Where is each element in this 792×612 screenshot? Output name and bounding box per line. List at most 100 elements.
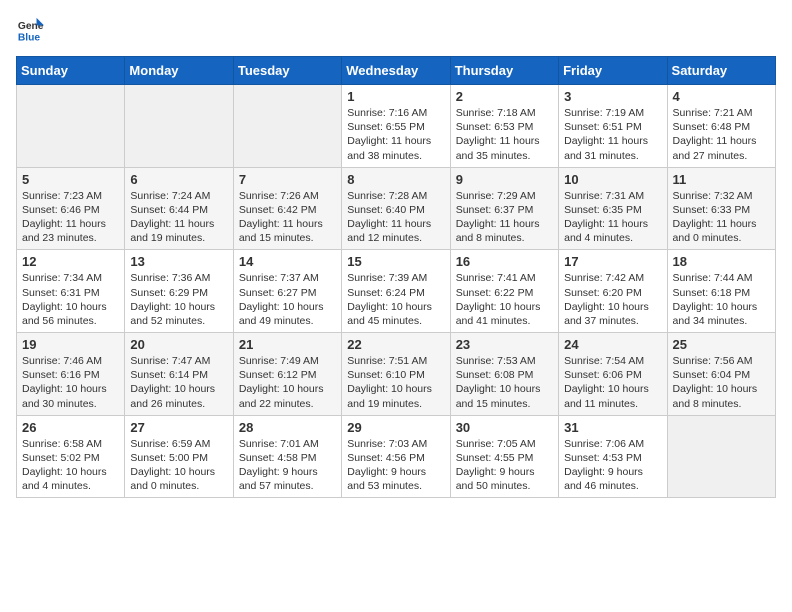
calendar-cell: 28 Sunrise: 7:01 AM Sunset: 4:58 PM Dayli… [233, 415, 341, 498]
day-info: Sunrise: 7:41 AM Sunset: 6:22 PM Dayligh… [456, 272, 541, 327]
calendar-week-row: 5 Sunrise: 7:23 AM Sunset: 6:46 PM Daylig… [17, 167, 776, 250]
calendar-cell: 26Sunrise: 6:58 AM Sunset: 5:02 PM Dayli… [17, 415, 125, 498]
calendar-week-row: 19Sunrise: 7:46 AM Sunset: 6:16 PM Dayli… [17, 333, 776, 416]
day-number: 29 [347, 420, 444, 435]
calendar-cell: 5 Sunrise: 7:23 AM Sunset: 6:46 PM Daylig… [17, 167, 125, 250]
day-info: Sunrise: 7:31 AM Sunset: 6:35 PM Dayligh… [564, 190, 648, 245]
calendar-cell: 2 Sunrise: 7:18 AM Sunset: 6:53 PM Daylig… [450, 85, 558, 168]
calendar-week-row: 1 Sunrise: 7:16 AM Sunset: 6:55 PM Daylig… [17, 85, 776, 168]
calendar-cell: 17Sunrise: 7:42 AM Sunset: 6:20 PM Dayli… [559, 250, 667, 333]
day-info: Sunrise: 7:36 AM Sunset: 6:29 PM Dayligh… [130, 272, 215, 327]
calendar-table: SundayMondayTuesdayWednesdayThursdayFrid… [16, 56, 776, 498]
calendar-cell [667, 415, 775, 498]
calendar-cell: 29 Sunrise: 7:03 AM Sunset: 4:56 PM Dayli… [342, 415, 450, 498]
day-info: Sunrise: 6:59 AM Sunset: 5:00 PM Dayligh… [130, 438, 215, 493]
day-info: Sunrise: 7:46 AM Sunset: 6:16 PM Dayligh… [22, 355, 107, 410]
calendar-cell: 1 Sunrise: 7:16 AM Sunset: 6:55 PM Daylig… [342, 85, 450, 168]
day-number: 8 [347, 172, 444, 187]
day-info: Sunrise: 7:26 AM Sunset: 6:42 PM Dayligh… [239, 190, 323, 245]
calendar-cell: 11 Sunrise: 7:32 AM Sunset: 6:33 PM Dayli… [667, 167, 775, 250]
calendar-cell: 14Sunrise: 7:37 AM Sunset: 6:27 PM Dayli… [233, 250, 341, 333]
calendar-cell: 24 Sunrise: 7:54 AM Sunset: 6:06 PM Dayli… [559, 333, 667, 416]
day-number: 23 [456, 337, 553, 352]
calendar-cell: 20 Sunrise: 7:47 AM Sunset: 6:14 PM Dayli… [125, 333, 233, 416]
day-info: Sunrise: 7:32 AM Sunset: 6:33 PM Dayligh… [673, 190, 757, 245]
day-number: 30 [456, 420, 553, 435]
logo: General Blue [16, 16, 44, 44]
day-info: Sunrise: 7:54 AM Sunset: 6:06 PM Dayligh… [564, 355, 649, 410]
day-info: Sunrise: 7:39 AM Sunset: 6:24 PM Dayligh… [347, 272, 432, 327]
page-header: General Blue [16, 16, 776, 44]
day-info: Sunrise: 7:56 AM Sunset: 6:04 PM Dayligh… [673, 355, 758, 410]
calendar-cell: 21 Sunrise: 7:49 AM Sunset: 6:12 PM Dayli… [233, 333, 341, 416]
day-number: 20 [130, 337, 227, 352]
day-info: Sunrise: 7:03 AM Sunset: 4:56 PM Dayligh… [347, 438, 427, 493]
day-info: Sunrise: 7:49 AM Sunset: 6:12 PM Dayligh… [239, 355, 324, 410]
day-number: 14 [239, 254, 336, 269]
calendar-cell [17, 85, 125, 168]
calendar-cell: 18Sunrise: 7:44 AM Sunset: 6:18 PM Dayli… [667, 250, 775, 333]
weekday-header-saturday: Saturday [667, 57, 775, 85]
day-number: 12 [22, 254, 119, 269]
calendar-cell: 8 Sunrise: 7:28 AM Sunset: 6:40 PM Daylig… [342, 167, 450, 250]
day-number: 25 [673, 337, 770, 352]
calendar-cell: 15 Sunrise: 7:39 AM Sunset: 6:24 PM Dayli… [342, 250, 450, 333]
day-number: 7 [239, 172, 336, 187]
calendar-cell: 3 Sunrise: 7:19 AM Sunset: 6:51 PM Daylig… [559, 85, 667, 168]
weekday-header-tuesday: Tuesday [233, 57, 341, 85]
day-number: 5 [22, 172, 119, 187]
calendar-cell: 31Sunrise: 7:06 AM Sunset: 4:53 PM Dayli… [559, 415, 667, 498]
weekday-header-friday: Friday [559, 57, 667, 85]
day-number: 28 [239, 420, 336, 435]
calendar-cell: 30 Sunrise: 7:05 AM Sunset: 4:55 PM Dayli… [450, 415, 558, 498]
weekday-header-monday: Monday [125, 57, 233, 85]
day-number: 24 [564, 337, 661, 352]
calendar-cell: 22 Sunrise: 7:51 AM Sunset: 6:10 PM Dayli… [342, 333, 450, 416]
day-info: Sunrise: 7:24 AM Sunset: 6:44 PM Dayligh… [130, 190, 214, 245]
day-info: Sunrise: 7:28 AM Sunset: 6:40 PM Dayligh… [347, 190, 431, 245]
day-number: 1 [347, 89, 444, 104]
day-info: Sunrise: 7:19 AM Sunset: 6:51 PM Dayligh… [564, 107, 648, 162]
calendar-week-row: 12 Sunrise: 7:34 AM Sunset: 6:31 PM Dayli… [17, 250, 776, 333]
day-info: Sunrise: 7:01 AM Sunset: 4:58 PM Dayligh… [239, 438, 319, 493]
calendar-cell [233, 85, 341, 168]
day-number: 18 [673, 254, 770, 269]
day-number: 2 [456, 89, 553, 104]
calendar-week-row: 26Sunrise: 6:58 AM Sunset: 5:02 PM Dayli… [17, 415, 776, 498]
day-number: 13 [130, 254, 227, 269]
day-number: 3 [564, 89, 661, 104]
day-number: 27 [130, 420, 227, 435]
weekday-header-row: SundayMondayTuesdayWednesdayThursdayFrid… [17, 57, 776, 85]
day-info: Sunrise: 7:47 AM Sunset: 6:14 PM Dayligh… [130, 355, 215, 410]
weekday-header-wednesday: Wednesday [342, 57, 450, 85]
day-number: 16 [456, 254, 553, 269]
day-number: 4 [673, 89, 770, 104]
logo-icon: General Blue [16, 16, 44, 44]
calendar-cell: 25 Sunrise: 7:56 AM Sunset: 6:04 PM Dayli… [667, 333, 775, 416]
calendar-cell: 6Sunrise: 7:24 AM Sunset: 6:44 PM Daylig… [125, 167, 233, 250]
calendar-cell [125, 85, 233, 168]
day-info: Sunrise: 7:21 AM Sunset: 6:48 PM Dayligh… [673, 107, 757, 162]
calendar-cell: 10 Sunrise: 7:31 AM Sunset: 6:35 PM Dayli… [559, 167, 667, 250]
day-number: 22 [347, 337, 444, 352]
day-info: Sunrise: 7:34 AM Sunset: 6:31 PM Dayligh… [22, 272, 107, 327]
calendar-cell: 7 Sunrise: 7:26 AM Sunset: 6:42 PM Daylig… [233, 167, 341, 250]
day-number: 11 [673, 172, 770, 187]
day-info: Sunrise: 7:16 AM Sunset: 6:55 PM Dayligh… [347, 107, 431, 162]
day-number: 21 [239, 337, 336, 352]
day-info: Sunrise: 7:42 AM Sunset: 6:20 PM Dayligh… [564, 272, 649, 327]
day-number: 10 [564, 172, 661, 187]
day-info: Sunrise: 7:51 AM Sunset: 6:10 PM Dayligh… [347, 355, 432, 410]
day-info: Sunrise: 7:29 AM Sunset: 6:37 PM Dayligh… [456, 190, 540, 245]
day-info: Sunrise: 7:53 AM Sunset: 6:08 PM Dayligh… [456, 355, 541, 410]
calendar-cell: 9 Sunrise: 7:29 AM Sunset: 6:37 PM Daylig… [450, 167, 558, 250]
calendar-cell: 16 Sunrise: 7:41 AM Sunset: 6:22 PM Dayli… [450, 250, 558, 333]
weekday-header-thursday: Thursday [450, 57, 558, 85]
calendar-cell: 27 Sunrise: 6:59 AM Sunset: 5:00 PM Dayli… [125, 415, 233, 498]
day-number: 15 [347, 254, 444, 269]
day-info: Sunrise: 7:23 AM Sunset: 6:46 PM Dayligh… [22, 190, 106, 245]
day-number: 9 [456, 172, 553, 187]
day-info: Sunrise: 7:05 AM Sunset: 4:55 PM Dayligh… [456, 438, 536, 493]
day-number: 31 [564, 420, 661, 435]
day-info: Sunrise: 7:18 AM Sunset: 6:53 PM Dayligh… [456, 107, 540, 162]
